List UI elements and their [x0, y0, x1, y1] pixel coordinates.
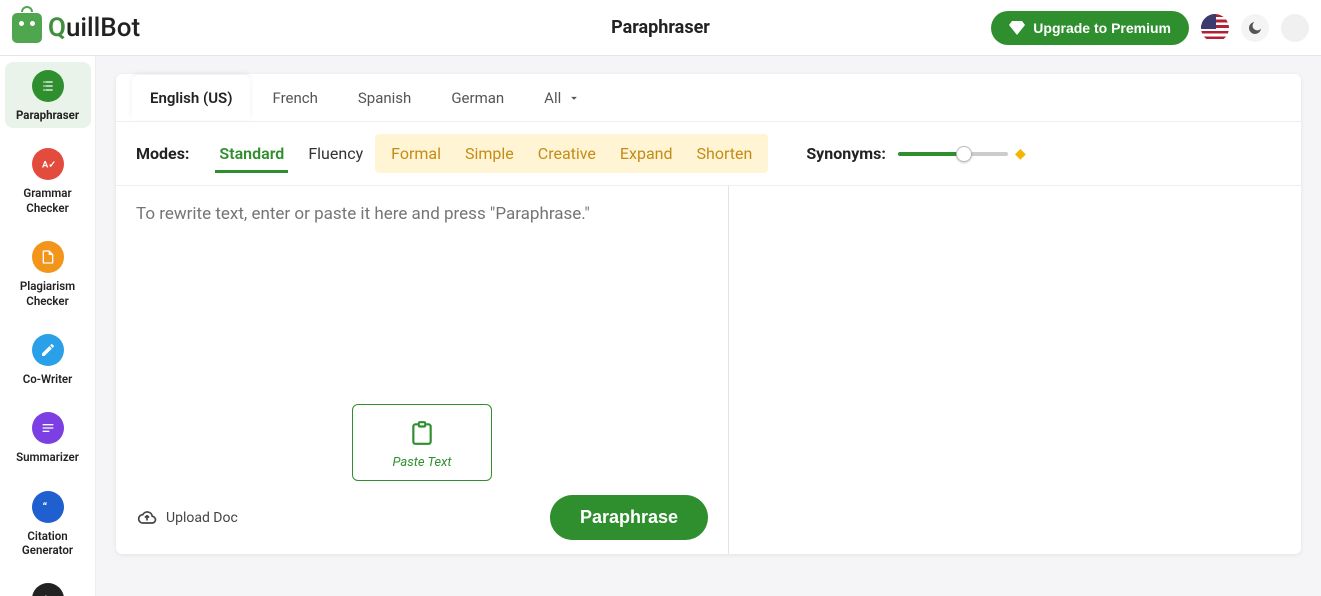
language-tab-spanish[interactable]: Spanish	[340, 75, 429, 120]
language-tab-english-us[interactable]: English (US)	[132, 75, 250, 120]
page-title: Paraphraser	[611, 17, 710, 38]
upgrade-premium-button[interactable]: Upgrade to Premium	[991, 11, 1189, 45]
top-bar: QQuillBotuillBot Paraphraser Upgrade to …	[0, 0, 1321, 56]
upload-doc-button[interactable]: Upload Doc	[136, 508, 238, 528]
input-pane: Paste Text Upload Doc Paraphrase	[116, 186, 729, 554]
avatar[interactable]	[1281, 14, 1309, 42]
premium-modes-group: Formal Simple Creative Expand Shorten	[375, 134, 768, 173]
moon-icon	[1247, 20, 1263, 36]
mode-fluency[interactable]: Fluency	[296, 136, 375, 171]
synonyms-control: Synonyms: ◆	[806, 144, 1008, 163]
cowriter-icon	[32, 334, 64, 366]
mode-expand[interactable]: Expand	[608, 136, 685, 171]
modes-row: Modes: Standard Fluency Formal Simple Cr…	[116, 122, 1301, 185]
output-pane	[729, 186, 1301, 554]
sidebar: Paraphraser A✓ Grammar Checker Plagiaris…	[0, 56, 96, 596]
paste-text-label: Paste Text	[393, 455, 452, 470]
paraphrase-button[interactable]: Paraphrase	[550, 495, 708, 540]
upload-doc-label: Upload Doc	[166, 510, 238, 526]
sidebar-item-paraphraser[interactable]: Paraphraser	[5, 62, 91, 128]
translator-icon: 文A	[32, 583, 64, 596]
language-tab-label: English (US)	[150, 89, 232, 107]
mode-label: Fluency	[308, 144, 363, 163]
language-tab-all[interactable]: All	[526, 75, 599, 120]
language-tabs: English (US) French Spanish German All	[116, 74, 1301, 122]
slider-thumb[interactable]	[956, 146, 972, 162]
mode-shorten[interactable]: Shorten	[685, 136, 765, 171]
cloud-upload-icon	[136, 508, 158, 528]
clipboard-icon	[409, 419, 435, 447]
sidebar-item-grammar-checker[interactable]: A✓ Grammar Checker	[5, 140, 91, 221]
sidebar-item-label: Paraphraser	[16, 108, 79, 122]
sidebar-item-co-writer[interactable]: Co-Writer	[5, 326, 91, 392]
sidebar-item-label: Plagiarism Checker	[9, 279, 87, 308]
paste-text-button[interactable]: Paste Text	[352, 404, 492, 481]
mode-label: Standard	[219, 144, 284, 163]
quillbot-robot-icon	[12, 13, 42, 43]
diamond-icon	[1009, 21, 1025, 35]
language-tab-german[interactable]: German	[433, 75, 522, 120]
sidebar-item-translator[interactable]: 文A Translator	[5, 575, 91, 596]
upgrade-label: Upgrade to Premium	[1033, 20, 1171, 36]
sidebar-item-plagiarism-checker[interactable]: Plagiarism Checker	[5, 233, 91, 314]
language-tab-label: French	[272, 89, 317, 107]
paraphrase-button-label: Paraphrase	[580, 507, 678, 527]
mode-creative[interactable]: Creative	[526, 136, 608, 171]
paraphraser-card: English (US) French Spanish German All M…	[116, 74, 1301, 554]
plagiarism-icon	[32, 241, 64, 273]
language-flag-us-icon[interactable]	[1201, 14, 1229, 42]
mode-label: Simple	[465, 144, 514, 163]
chevron-down-icon	[567, 91, 581, 105]
citation-icon: “	[32, 491, 64, 523]
mode-label: Formal	[391, 144, 441, 163]
brand-logo[interactable]: QQuillBotuillBot	[12, 13, 140, 43]
grammar-icon: A✓	[32, 148, 64, 180]
mode-label: Expand	[620, 144, 673, 163]
language-tab-french[interactable]: French	[254, 75, 335, 120]
language-tab-label: Spanish	[358, 89, 411, 107]
svg-text:“: “	[42, 500, 47, 513]
sidebar-item-label: Citation Generator	[9, 529, 87, 558]
mode-standard[interactable]: Standard	[207, 136, 296, 171]
sidebar-item-citation-generator[interactable]: “ Citation Generator	[5, 483, 91, 564]
sidebar-item-label: Grammar Checker	[9, 186, 87, 215]
paraphraser-icon	[32, 70, 64, 102]
brand-name: QQuillBotuillBot	[48, 13, 140, 43]
sidebar-item-summarizer[interactable]: Summarizer	[5, 404, 91, 470]
sidebar-item-label: Co-Writer	[23, 372, 73, 386]
svg-text:A✓: A✓	[42, 160, 56, 171]
mode-label: Shorten	[697, 144, 753, 163]
mode-formal[interactable]: Formal	[379, 136, 453, 171]
summarizer-icon	[32, 412, 64, 444]
synonyms-label: Synonyms:	[806, 144, 886, 163]
theme-toggle-button[interactable]	[1241, 14, 1269, 42]
language-tab-label: German	[451, 89, 504, 107]
mode-label: Creative	[538, 144, 596, 163]
input-bottom-row: Upload Doc Paraphrase	[136, 481, 708, 540]
paraphrase-input[interactable]	[136, 204, 708, 364]
synonyms-slider[interactable]: ◆	[898, 152, 1008, 156]
sidebar-item-label: Summarizer	[16, 450, 79, 464]
editor-panes: Paste Text Upload Doc Paraphrase	[116, 185, 1301, 554]
main-content: English (US) French Spanish German All M…	[96, 56, 1321, 596]
mode-group: Standard Fluency Formal Simple Creative …	[207, 134, 768, 173]
premium-diamond-icon: ◆	[1015, 146, 1026, 162]
language-all-label: All	[544, 89, 561, 107]
mode-simple[interactable]: Simple	[453, 136, 526, 171]
modes-label: Modes:	[136, 144, 189, 163]
